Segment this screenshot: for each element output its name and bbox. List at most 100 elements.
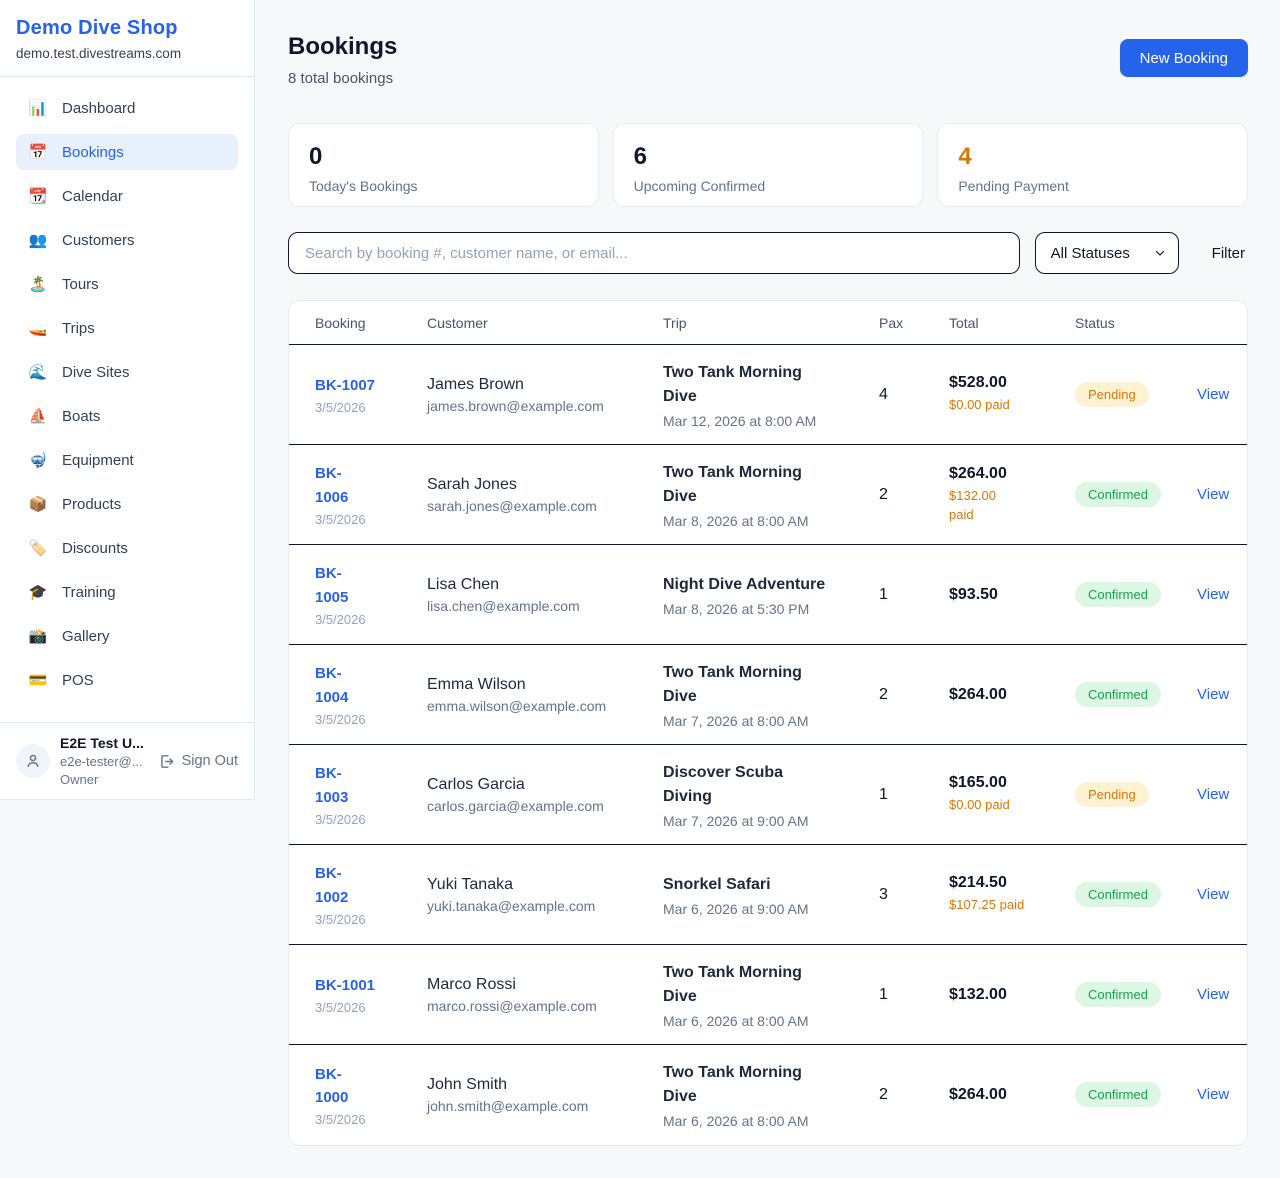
shop-domain: demo.test.divestreams.com — [16, 46, 238, 61]
page-title-block: Bookings 8 total bookings — [288, 33, 397, 87]
trip-datetime: Mar 7, 2026 at 8:00 AM — [663, 713, 847, 729]
pax-count: 2 — [879, 686, 888, 703]
customer-name: Carlos Garcia — [427, 776, 631, 794]
booking-id-link[interactable]: BK-1001 — [315, 974, 395, 997]
trip-name: Discover Scuba Diving — [663, 761, 847, 809]
customer-name: Sarah Jones — [427, 476, 631, 494]
tours-island-icon: 🏝️ — [28, 275, 48, 293]
filter-row: All Statuses Filter — [288, 232, 1248, 274]
main-content: Bookings 8 total bookings New Booking 0 … — [255, 0, 1280, 1178]
sidebar-nav: 📊 Dashboard 📅 Bookings 📆 Calendar 👥 Cust… — [0, 77, 254, 722]
sidebar-item-label: Customers — [62, 232, 135, 249]
dashboard-chart-icon: 📊 — [28, 99, 48, 117]
total-bookings-count: 8 total bookings — [288, 70, 397, 87]
booking-id-link[interactable]: BK- 1000 — [315, 1063, 395, 1110]
sidebar-item-products[interactable]: 📦 Products — [16, 486, 238, 522]
view-link[interactable]: View — [1197, 786, 1229, 803]
status-badge: Pending — [1075, 382, 1149, 407]
sidebar-item-bookings[interactable]: 📅 Bookings — [16, 134, 238, 170]
pax-count: 1 — [879, 986, 888, 1003]
paid-amount: $132.00 paid — [949, 487, 1043, 523]
customer-name: John Smith — [427, 1076, 631, 1094]
customer-email: john.smith@example.com — [427, 1098, 631, 1114]
sign-out-button[interactable]: Sign Out — [158, 753, 238, 770]
sidebar-item-pos[interactable]: 💳 POS — [16, 662, 238, 698]
booking-row: BK-1007 3/5/2026 James Brown james.brown… — [289, 345, 1248, 445]
stat-value: 6 — [634, 143, 903, 171]
booking-id-link[interactable]: BK- 1005 — [315, 562, 395, 609]
pax-count: 2 — [879, 1086, 888, 1103]
status-filter-select[interactable]: All Statuses — [1035, 232, 1179, 274]
sidebar-item-equipment[interactable]: 🤿 Equipment — [16, 442, 238, 478]
view-link[interactable]: View — [1197, 686, 1229, 703]
paid-amount: $0.00 paid — [949, 396, 1043, 414]
booking-id-link[interactable]: BK- 1002 — [315, 862, 395, 909]
stat-label: Today's Bookings — [309, 178, 578, 194]
pos-card-icon: 💳 — [28, 671, 48, 689]
sidebar-item-training[interactable]: 🎓 Training — [16, 574, 238, 610]
filter-button[interactable]: Filter — [1212, 245, 1245, 262]
status-badge: Confirmed — [1075, 482, 1161, 507]
stat-label: Pending Payment — [958, 178, 1227, 194]
table-body: BK-1007 3/5/2026 James Brown james.brown… — [289, 345, 1248, 1145]
view-link[interactable]: View — [1197, 486, 1229, 503]
sidebar-item-customers[interactable]: 👥 Customers — [16, 222, 238, 258]
stat-value: 4 — [958, 143, 1227, 171]
sidebar-item-boats[interactable]: ⛵ Boats — [16, 398, 238, 434]
customer-email: james.brown@example.com — [427, 398, 631, 414]
sidebar-item-dashboard[interactable]: 📊 Dashboard — [16, 90, 238, 126]
customer-name: Yuki Tanaka — [427, 876, 631, 894]
trip-datetime: Mar 8, 2026 at 8:00 AM — [663, 513, 847, 529]
user-info: E2E Test U... e2e-tester@... Owner — [60, 735, 148, 787]
products-package-icon: 📦 — [28, 495, 48, 513]
booking-id-link[interactable]: BK- 1006 — [315, 462, 395, 509]
sidebar: Demo Dive Shop demo.test.divestreams.com… — [0, 0, 255, 800]
sidebar-item-discounts[interactable]: 🏷️ Discounts — [16, 530, 238, 566]
logout-icon — [158, 753, 175, 770]
booking-id-link[interactable]: BK- 1003 — [315, 762, 395, 809]
customers-people-icon: 👥 — [28, 231, 48, 249]
user-email: e2e-tester@... — [60, 754, 148, 769]
view-link[interactable]: View — [1197, 986, 1229, 1003]
trip-datetime: Mar 12, 2026 at 8:00 AM — [663, 413, 847, 429]
view-link[interactable]: View — [1197, 586, 1229, 603]
column-header-status: Status — [1059, 301, 1181, 345]
sidebar-item-gallery[interactable]: 📸 Gallery — [16, 618, 238, 654]
trip-datetime: Mar 6, 2026 at 9:00 AM — [663, 901, 847, 917]
booking-id-link[interactable]: BK- 1004 — [315, 662, 395, 709]
booking-row: BK- 1003 3/5/2026 Carlos Garcia carlos.g… — [289, 745, 1248, 845]
sign-out-label: Sign Out — [182, 753, 238, 769]
discounts-tag-icon: 🏷️ — [28, 539, 48, 557]
pax-count: 1 — [879, 586, 888, 603]
sidebar-item-tours[interactable]: 🏝️ Tours — [16, 266, 238, 302]
status-badge: Confirmed — [1075, 882, 1161, 907]
user-role: Owner — [60, 772, 148, 787]
booking-date: 3/5/2026 — [315, 712, 395, 727]
booking-date: 3/5/2026 — [315, 812, 395, 827]
status-badge: Confirmed — [1075, 582, 1161, 607]
customer-email: lisa.chen@example.com — [427, 598, 631, 614]
view-link[interactable]: View — [1197, 886, 1229, 903]
booking-id-link[interactable]: BK-1007 — [315, 374, 395, 397]
trip-name: Snorkel Safari — [663, 873, 847, 897]
search-input[interactable] — [288, 232, 1020, 274]
sidebar-item-calendar[interactable]: 📆 Calendar — [16, 178, 238, 214]
gallery-camera-icon: 📸 — [28, 627, 48, 645]
sidebar-item-trips[interactable]: 🚤 Trips — [16, 310, 238, 346]
trip-datetime: Mar 7, 2026 at 9:00 AM — [663, 813, 847, 829]
sidebar-item-label: Dashboard — [62, 100, 135, 117]
view-link[interactable]: View — [1197, 1086, 1229, 1103]
booking-date: 3/5/2026 — [315, 1112, 395, 1127]
user-name: E2E Test U... — [60, 735, 148, 751]
sidebar-item-label: Gallery — [62, 628, 110, 645]
status-badge: Confirmed — [1075, 682, 1161, 707]
sidebar-item-dive-sites[interactable]: 🌊 Dive Sites — [16, 354, 238, 390]
total-amount: $264.00 — [949, 1086, 1043, 1104]
avatar — [16, 744, 50, 778]
sidebar-header: Demo Dive Shop demo.test.divestreams.com — [0, 0, 254, 77]
new-booking-button[interactable]: New Booking — [1120, 39, 1248, 77]
person-icon — [24, 752, 42, 770]
trip-datetime: Mar 8, 2026 at 5:30 PM — [663, 601, 847, 617]
booking-date: 3/5/2026 — [315, 612, 395, 627]
view-link[interactable]: View — [1197, 386, 1229, 403]
